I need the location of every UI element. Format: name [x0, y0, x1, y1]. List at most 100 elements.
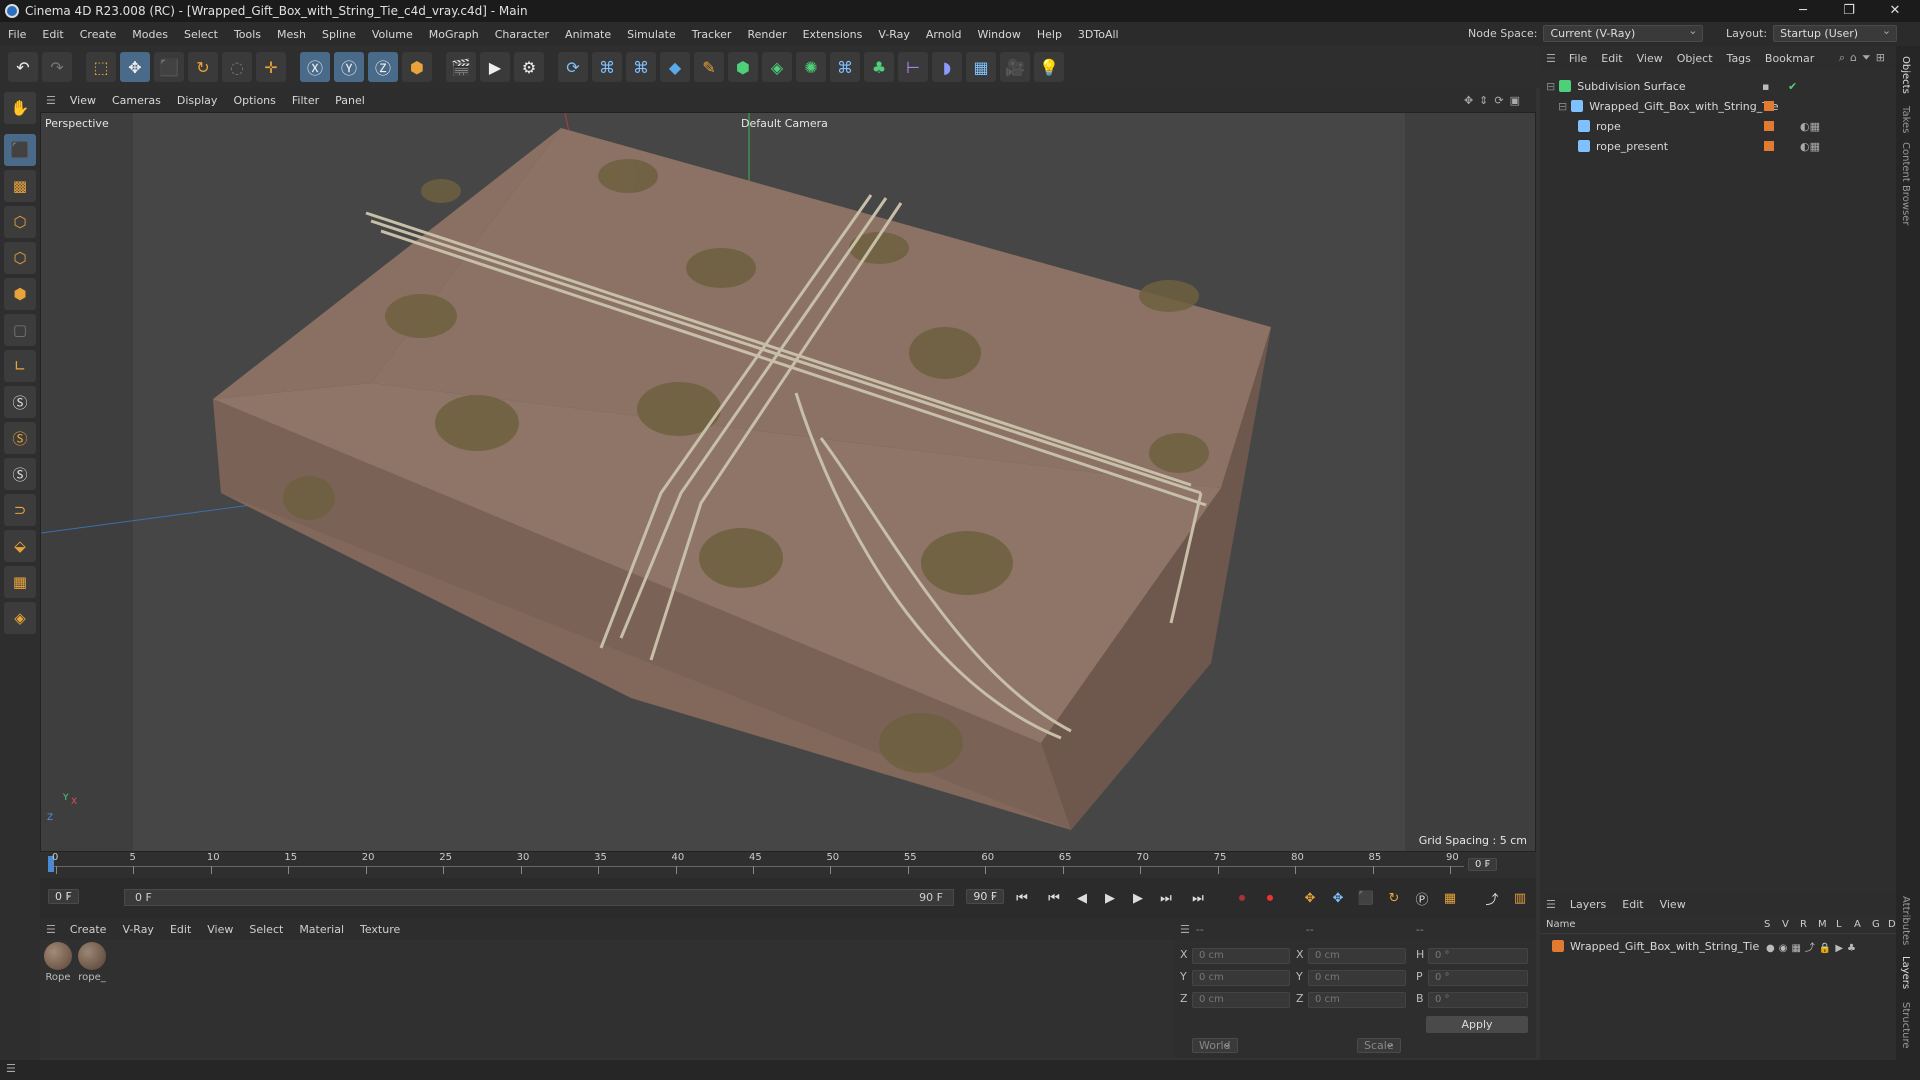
- menu-render[interactable]: Render: [739, 28, 794, 41]
- undo-icon[interactable]: ↶: [8, 52, 38, 82]
- minimize-button[interactable]: ─: [1780, 0, 1826, 22]
- points-mode-icon[interactable]: ⬡: [4, 206, 36, 238]
- material-menu-vray[interactable]: V-Ray: [114, 923, 162, 936]
- menu-extensions[interactable]: Extensions: [795, 28, 871, 41]
- menu-character[interactable]: Character: [487, 28, 557, 41]
- material-menu-edit[interactable]: Edit: [162, 923, 199, 936]
- transform-tool-icon[interactable]: ◌: [222, 52, 252, 82]
- rotate-tool-icon[interactable]: ↻: [188, 52, 218, 82]
- material-menu-material[interactable]: Material: [291, 923, 352, 936]
- goto-start-icon[interactable]: ⏮: [1010, 886, 1034, 910]
- rotation-b-field[interactable]: 0 °: [1428, 992, 1528, 1008]
- enabled-check-icon[interactable]: ✔: [1788, 80, 1797, 93]
- timeline-ruler[interactable]: 0 5 10 15 20 25 30 35 40 45 50 55 60 65 70 75 80 85 90 0 F: [40, 852, 1536, 878]
- menu-mograph[interactable]: MoGraph: [421, 28, 487, 41]
- model-mode-icon[interactable]: ⬛: [4, 134, 36, 166]
- python-script-icon[interactable]: ⌘: [592, 52, 622, 82]
- place-tool-icon[interactable]: ✛: [256, 52, 286, 82]
- perspective-viewport[interactable]: Perspective Default Camera Grid Spacing …: [40, 112, 1536, 852]
- restore-button[interactable]: ❐: [1826, 0, 1872, 22]
- menu-help[interactable]: Help: [1029, 28, 1070, 41]
- timeline-window-icon[interactable]: ▥: [1508, 886, 1532, 910]
- key-position-icon[interactable]: ✥: [1298, 886, 1322, 910]
- objects-menu-view[interactable]: View: [1630, 52, 1670, 65]
- coords-hamburger-icon[interactable]: ☰: [1180, 923, 1190, 936]
- layer-color-swatch[interactable]: [1764, 121, 1774, 131]
- object-row[interactable]: rope ◐▦: [1540, 116, 1896, 136]
- size-y-field[interactable]: 0 cm: [1308, 970, 1406, 986]
- objects-search-icon[interactable]: ⌕⌂⏷⊞: [1839, 51, 1890, 65]
- layer-row[interactable]: Wrapped_Gift_Box_with_String_Tie ●◉▦⤴🔒▶♣: [1540, 936, 1896, 956]
- rotation-p-field[interactable]: 0 °: [1428, 970, 1528, 986]
- snap-icon-3[interactable]: Ⓢ: [4, 458, 36, 490]
- menu-select[interactable]: Select: [176, 28, 226, 41]
- layer-color-swatch[interactable]: [1764, 141, 1774, 151]
- current-frame-field[interactable]: 0 F: [1468, 858, 1498, 871]
- node-space-dropdown[interactable]: Current (V-Ray): [1543, 23, 1704, 42]
- objects-hamburger-icon[interactable]: ☰: [1546, 52, 1556, 65]
- tab-takes[interactable]: Takes: [1900, 106, 1911, 133]
- material-menu-select[interactable]: Select: [241, 923, 291, 936]
- layout-dropdown[interactable]: Startup (User): [1773, 23, 1898, 42]
- mograph-cloner-icon[interactable]: ✺: [796, 52, 826, 82]
- material-tag-icon[interactable]: ◐▦: [1800, 140, 1820, 153]
- cube-primitive-icon[interactable]: ◆: [660, 52, 690, 82]
- y-axis-lock-icon[interactable]: Ⓨ: [334, 52, 364, 82]
- position-z-field[interactable]: 0 cm: [1192, 992, 1290, 1008]
- goto-end-icon[interactable]: ⏭: [1186, 886, 1210, 910]
- menu-vray[interactable]: V-Ray: [870, 28, 918, 41]
- live-selection-icon[interactable]: ⬚: [86, 52, 116, 82]
- menu-edit[interactable]: Edit: [34, 28, 71, 41]
- snap-icon-2[interactable]: Ⓢ: [4, 422, 36, 454]
- coord-mode-dropdown[interactable]: Scale: [1357, 1038, 1401, 1053]
- objects-menu-object[interactable]: Object: [1670, 52, 1720, 65]
- object-row[interactable]: rope_present ◐▦: [1540, 136, 1896, 156]
- layers-hamburger-icon[interactable]: ☰: [1546, 898, 1556, 911]
- menu-animate[interactable]: Animate: [557, 28, 619, 41]
- objects-menu-file[interactable]: File: [1562, 52, 1594, 65]
- tab-attributes[interactable]: Attributes: [1900, 896, 1911, 945]
- axis-mode-icon[interactable]: ∟: [4, 350, 36, 382]
- python-generator-icon[interactable]: ⌘: [626, 52, 656, 82]
- menu-tracker[interactable]: Tracker: [684, 28, 740, 41]
- record-keys-icon[interactable]: ⏺: [1230, 886, 1254, 910]
- motion-tracker-icon[interactable]: ⤴: [1480, 886, 1504, 910]
- render-settings-icon[interactable]: ⚙: [514, 52, 544, 82]
- visibility-toggle[interactable]: ▪: [1762, 80, 1769, 93]
- pen-spline-icon[interactable]: ✎: [694, 52, 724, 82]
- collapse-icon[interactable]: ⊟: [1558, 100, 1567, 113]
- objects-menu-bookmarks[interactable]: Bookmar: [1758, 52, 1821, 65]
- layers-menu-edit[interactable]: Edit: [1614, 898, 1651, 911]
- symmetry-icon[interactable]: ◈: [4, 602, 36, 634]
- layer-color-swatch[interactable]: [1764, 101, 1774, 111]
- light-icon[interactable]: 💡: [1034, 52, 1064, 82]
- next-frame-icon[interactable]: ▶: [1126, 886, 1150, 910]
- menu-arnold[interactable]: Arnold: [918, 28, 970, 41]
- redo-icon[interactable]: ↷: [42, 52, 72, 82]
- viewport-nav-icons[interactable]: ✥⇕⟳▣: [1464, 94, 1526, 107]
- coord-space-dropdown[interactable]: World: [1192, 1038, 1238, 1053]
- camera-label[interactable]: Default Camera: [741, 117, 828, 130]
- workplane-icon[interactable]: ⬙: [4, 530, 36, 562]
- tab-content-browser[interactable]: Content Browser: [1900, 142, 1911, 225]
- material-swatch[interactable]: rope_: [76, 942, 108, 983]
- magnet-icon[interactable]: ⊃: [4, 494, 36, 526]
- start-frame-field[interactable]: 0 F: [48, 889, 79, 904]
- key-rotate-icon[interactable]: ↻: [1382, 886, 1406, 910]
- object-row[interactable]: ⊟ Subdivision Surface ▪ ✔: [1540, 76, 1896, 96]
- menu-file[interactable]: File: [0, 28, 34, 41]
- objects-menu-edit[interactable]: Edit: [1594, 52, 1629, 65]
- menu-modes[interactable]: Modes: [124, 28, 176, 41]
- grid-icon[interactable]: ▦: [4, 566, 36, 598]
- material-menu-create[interactable]: Create: [62, 923, 115, 936]
- edges-mode-icon[interactable]: ⬡: [4, 242, 36, 274]
- x-axis-lock-icon[interactable]: Ⓧ: [300, 52, 330, 82]
- prev-frame-icon[interactable]: ◀: [1070, 886, 1094, 910]
- menu-create[interactable]: Create: [72, 28, 125, 41]
- rotation-h-field[interactable]: 0 °: [1428, 948, 1528, 964]
- next-key-icon[interactable]: ⏭: [1154, 886, 1178, 910]
- viewport-menu-cameras[interactable]: Cameras: [104, 94, 169, 107]
- position-x-field[interactable]: 0 cm: [1192, 948, 1290, 964]
- coordinate-system-icon[interactable]: ⬢: [402, 52, 432, 82]
- close-button[interactable]: ✕: [1872, 0, 1918, 22]
